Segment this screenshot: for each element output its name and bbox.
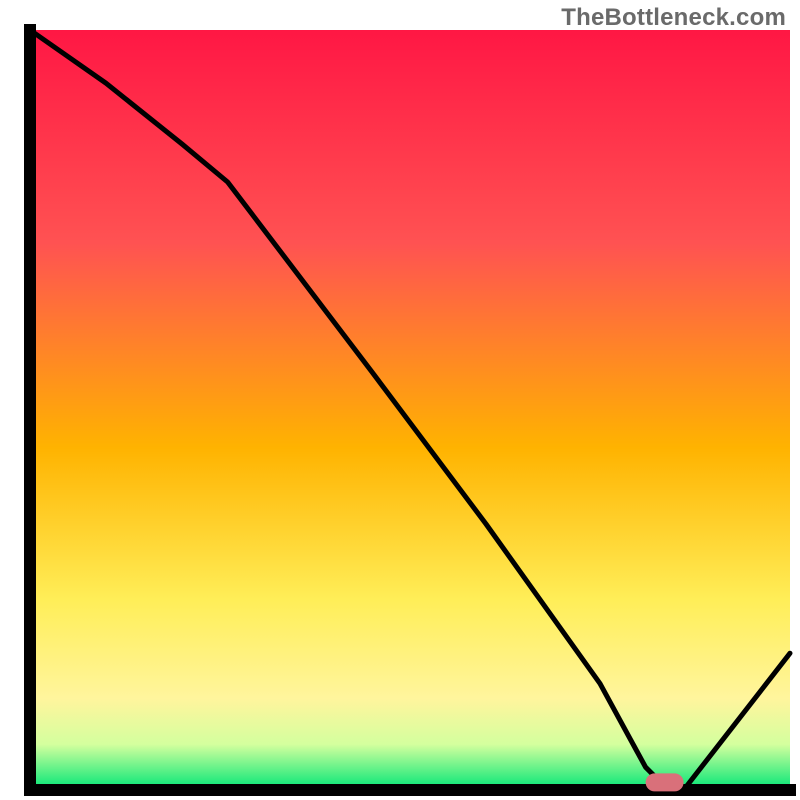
bottleneck-chart (0, 0, 800, 800)
optimal-zone-marker (646, 773, 684, 791)
plot-background (30, 30, 790, 790)
chart-stage: TheBottleneck.com (0, 0, 800, 800)
